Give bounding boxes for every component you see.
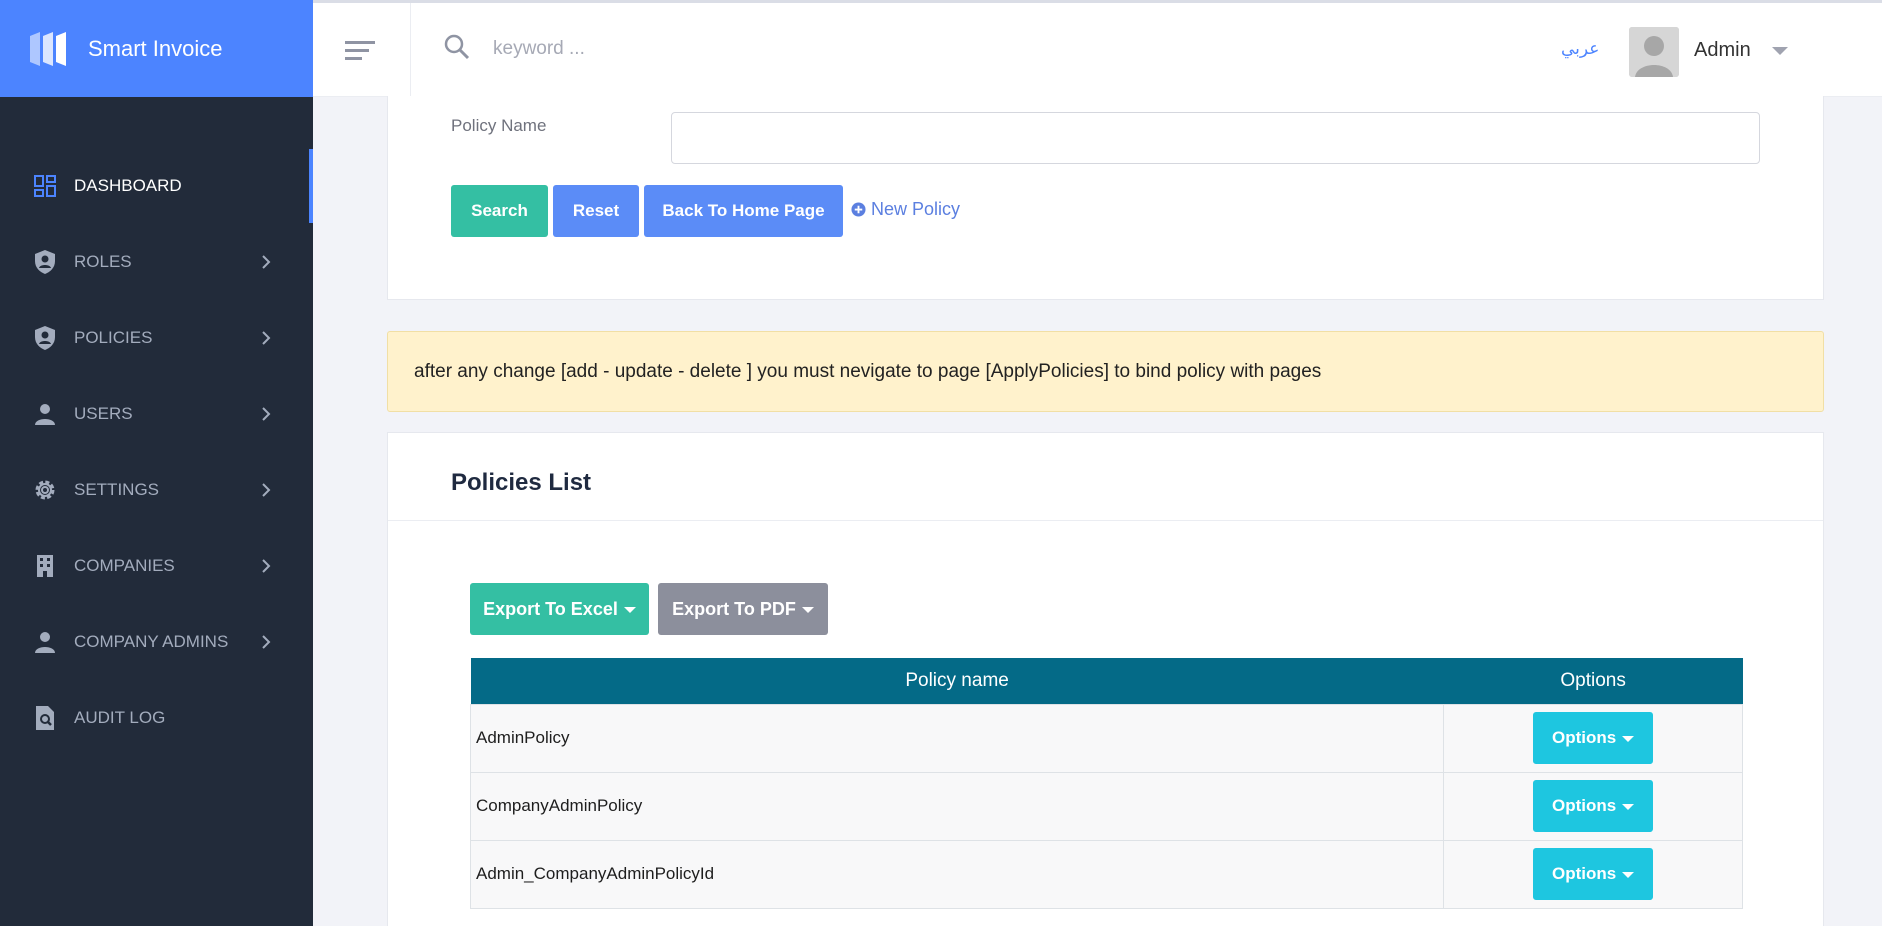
caret-down-icon [1622,803,1635,810]
page-title: Policies List [451,469,592,496]
sidebar-item-policies[interactable]: POLICIES [0,301,313,375]
sidebar-item-dashboard[interactable]: DASHBOARD [0,149,313,223]
export-pdf-label: Export To PDF [672,598,796,619]
sidebar-item-label: AUDIT LOG [74,708,166,727]
user-avatar-icon [1629,27,1679,77]
sidebar-item-label: ROLES [74,252,132,271]
top-bar: عربي Admin [313,0,1882,97]
alert-text: after any change [add - update - delete … [414,360,1322,382]
topbar-divider [410,3,411,97]
export-excel-label: Export To Excel [483,598,618,619]
policy-name-label: Policy Name [451,116,547,135]
export-excel-button[interactable]: Export To Excel [470,583,649,635]
sidebar-item-audit-log[interactable]: AUDIT LOG [0,681,313,755]
person-icon [32,629,58,655]
sidebar-item-label: DASHBOARD [74,176,182,195]
sidebar-item-label: COMPANY ADMINS [74,632,229,651]
policy-name-cell: AdminPolicy [469,703,1445,773]
table-header-row: Policy name Options [470,658,1743,704]
caret-down-icon [801,606,814,613]
options-cell: Options [1443,703,1743,773]
sidebar-item-roles[interactable]: ROLES [0,225,313,299]
user-name[interactable]: Admin [1694,39,1751,62]
file-search-icon [32,705,58,731]
warning-alert: after any change [add - update - delete … [387,331,1824,412]
brand-title: Smart Invoice [88,35,223,61]
options-button[interactable]: Options [1533,848,1654,900]
brand-header[interactable]: Smart Invoice [0,0,313,97]
export-pdf-button[interactable]: Export To PDF [658,583,828,635]
options-label: Options [1551,796,1617,815]
options-label: Options [1551,728,1617,747]
options-cell: Options [1443,839,1743,909]
caret-down-icon[interactable] [1772,47,1788,55]
sidebar-item-label: POLICIES [74,328,153,347]
chevron-right-icon [261,407,275,421]
caret-down-icon [1622,735,1635,742]
chevron-right-icon [261,483,275,497]
sidebar-item-label: SETTINGS [74,480,160,499]
options-button[interactable]: Options [1533,712,1654,764]
policies-list-panel: Policies List Export To Excel Export To … [387,432,1824,926]
sidebar: DASHBOARD ROLES POLICIES USERS SETTINGS [0,97,313,926]
options-label: Options [1551,864,1617,883]
policy-name-field[interactable] [671,112,1760,164]
menu-toggle-icon[interactable] [343,35,377,65]
table-row: CompanyAdminPolicy Options [469,771,1743,841]
avatar[interactable] [1629,27,1679,77]
chevron-right-icon [261,255,275,269]
search-input[interactable] [493,29,993,69]
sidebar-item-label: COMPANIES [74,556,175,575]
language-switch-link[interactable]: عربي [1561,39,1599,59]
reset-button[interactable]: Reset [553,185,639,237]
back-home-button[interactable]: Back To Home Page [644,185,843,237]
policy-search-panel: Policy Name Search Reset Back To Home Pa… [387,96,1824,300]
table-row: AdminPolicy Options [469,703,1743,773]
person-icon [32,401,58,427]
options-button[interactable]: Options [1533,780,1654,832]
new-policy-link[interactable]: New Policy [851,199,960,220]
new-policy-label: New Policy [871,199,961,219]
chevron-right-icon [261,635,275,649]
brand-logo-icon [30,31,66,66]
dashboard-icon [32,173,58,199]
search-button[interactable]: Search [451,185,548,237]
column-header-options: Options [1443,658,1743,704]
sidebar-item-companies[interactable]: COMPANIES [0,529,313,603]
policy-name-cell: Admin_CompanyAdminPolicyId [469,839,1445,909]
sidebar-item-settings[interactable]: SETTINGS [0,453,313,527]
sidebar-item-company-admins[interactable]: COMPANY ADMINS [0,605,313,679]
options-cell: Options [1443,771,1743,841]
sidebar-item-label: USERS [74,404,133,423]
policies-table: Policy name Options AdminPolicy Options … [469,658,1743,909]
policy-name-cell: CompanyAdminPolicy [469,771,1445,841]
shield-user-icon [32,325,58,351]
caret-down-icon [1622,871,1635,878]
chevron-right-icon [261,331,275,345]
column-header-policy-name[interactable]: Policy name [470,658,1444,704]
search-icon [444,34,470,60]
table-row: Admin_CompanyAdminPolicyId Options [469,839,1743,909]
sidebar-item-users[interactable]: USERS [0,377,313,451]
gear-icon [32,477,58,503]
shield-user-icon [32,249,58,275]
plus-circle-icon [851,202,866,217]
list-header: Policies List [388,433,1823,521]
building-icon [32,553,58,579]
caret-down-icon [623,606,636,613]
chevron-right-icon [261,559,275,573]
